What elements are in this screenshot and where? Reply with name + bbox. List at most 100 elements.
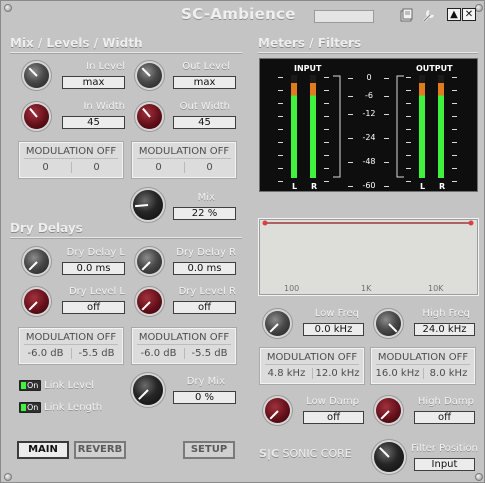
dry-level-r-knob[interactable]	[137, 289, 162, 314]
out-level-value[interactable]: max	[173, 76, 236, 89]
in-width-value[interactable]: 45	[62, 116, 125, 129]
toggle-label: On	[27, 381, 39, 390]
high-damp-value[interactable]: off	[414, 411, 475, 424]
modulation-status: MODULATION OFF	[138, 332, 230, 343]
freq-scale-label: 100	[284, 284, 300, 293]
out-width-value[interactable]: 45	[173, 116, 236, 129]
meter-scale-label: -24	[362, 133, 376, 142]
low-damp-knob[interactable]	[265, 398, 290, 423]
meter-bracket-left	[333, 75, 341, 178]
out-level-knob[interactable]	[137, 63, 162, 88]
modulation-status: MODULATION OFF	[266, 352, 358, 363]
modulation-value-b: 0	[206, 162, 213, 173]
led-on-indicator	[21, 404, 26, 411]
dry-level-r-value[interactable]: off	[173, 301, 236, 314]
channel-r-label: R	[311, 182, 318, 191]
dry-delay-r-modulation-panel[interactable]: MODULATION OFF -6.0 dB -5.5 dB	[131, 327, 237, 365]
divider	[10, 237, 242, 239]
minimize-button[interactable]: ▲	[447, 8, 461, 21]
low-damp-value[interactable]: off	[303, 411, 364, 424]
in-modulation-panel[interactable]: MODULATION OFF 0 0	[18, 141, 124, 179]
link-level-toggle[interactable]: On	[19, 380, 41, 391]
high-freq-value[interactable]: 24.0 kHz	[414, 323, 475, 336]
output-meter-label: OUTPUT	[416, 64, 453, 73]
freq-scale-label: 1K	[361, 284, 372, 293]
meter-fill	[419, 83, 425, 178]
led-on-indicator	[21, 382, 26, 389]
in-level-label: In Level	[86, 61, 125, 72]
dry-delay-l-value[interactable]: 0.0 ms	[62, 262, 125, 275]
save-icon[interactable]	[399, 8, 414, 23]
filter-curve	[262, 220, 474, 226]
modulation-status: MODULATION OFF	[25, 146, 117, 157]
mix-knob[interactable]	[133, 190, 163, 220]
meter-fill	[291, 83, 297, 178]
high-damp-knob[interactable]	[376, 398, 401, 423]
filter-position-value[interactable]: Input	[414, 458, 475, 471]
dry-level-l-knob[interactable]	[24, 289, 49, 314]
section-dry-delays: Dry Delays	[10, 221, 83, 235]
dry-delay-l-knob[interactable]	[24, 249, 49, 274]
output-l-meter	[419, 75, 425, 178]
modulation-value-a: -6.0 dB	[133, 348, 185, 359]
in-width-knob[interactable]	[24, 104, 49, 129]
modulation-status: MODULATION OFF	[25, 332, 117, 343]
in-level-knob[interactable]	[24, 63, 49, 88]
mix-value[interactable]: 22 %	[173, 207, 236, 220]
dry-mix-label: Dry Mix	[186, 376, 225, 387]
modulation-status: MODULATION OFF	[138, 146, 230, 157]
freq-scale-label: 10K	[428, 284, 444, 293]
modulation-value-b: 12.0 kHz	[315, 368, 360, 379]
section-meters-filters: Meters / Filters	[258, 36, 362, 50]
filter-position-knob[interactable]	[374, 442, 404, 472]
plugin-window: SC-Ambience ▲ ✕ Mix / Levels / Width Dry…	[0, 0, 485, 483]
tab-main[interactable]: MAIN	[17, 441, 69, 459]
divider	[24, 344, 118, 345]
dry-level-l-value[interactable]: off	[62, 301, 125, 314]
brand-name: SONIC CORE	[282, 447, 352, 460]
tab-reverb[interactable]: REVERB	[74, 441, 126, 459]
dry-mix-value[interactable]: 0 %	[173, 391, 236, 404]
divider	[258, 52, 478, 54]
high-freq-modulation-panel[interactable]: MODULATION OFF 16.0 kHz 8.0 kHz	[370, 347, 476, 385]
modulation-status: MODULATION OFF	[377, 352, 469, 363]
preset-name-field[interactable]	[314, 10, 374, 23]
corner-screw	[475, 4, 483, 12]
channel-r-label: R	[439, 182, 446, 191]
in-level-value[interactable]: max	[62, 76, 125, 89]
dry-level-r-label: Dry Level R	[178, 286, 236, 297]
out-modulation-panel[interactable]: MODULATION OFF 0 0	[131, 141, 237, 179]
modulation-value-b: -5.5 dB	[191, 348, 228, 359]
high-damp-label: High Damp	[417, 396, 474, 407]
tab-setup[interactable]: SETUP	[183, 441, 235, 459]
modulation-value-b: 8.0 kHz	[429, 368, 468, 379]
low-freq-handle	[262, 220, 268, 226]
low-freq-knob[interactable]	[265, 311, 290, 336]
corner-screw	[4, 4, 12, 12]
input-l-meter	[291, 75, 297, 178]
wrench-icon[interactable]	[421, 8, 436, 23]
low-freq-modulation-panel[interactable]: MODULATION OFF 4.8 kHz 12.0 kHz	[259, 347, 365, 385]
divider	[24, 158, 118, 159]
high-freq-label: High Freq	[422, 308, 470, 319]
level-meters: INPUT OUTPUT L R L R 0 -6 -12 -24 -48 -6…	[259, 58, 478, 192]
corner-screw	[475, 473, 483, 481]
link-length-toggle[interactable]: On	[19, 402, 41, 413]
sonic-core-logo: S|C SONIC CORE	[259, 447, 352, 460]
dry-mix-knob[interactable]	[133, 375, 163, 405]
out-width-knob[interactable]	[137, 104, 162, 129]
dry-delay-r-knob[interactable]	[137, 249, 162, 274]
dry-delay-r-value[interactable]: 0.0 ms	[173, 262, 236, 275]
low-freq-value[interactable]: 0.0 kHz	[303, 323, 364, 336]
out-level-label: Out Level	[182, 61, 230, 72]
close-button[interactable]: ✕	[462, 8, 476, 21]
link-level-label: Link Level	[44, 380, 95, 391]
divider	[137, 158, 231, 159]
modulation-value-a: -6.0 dB	[20, 348, 72, 359]
low-damp-label: Low Damp	[306, 396, 359, 407]
high-freq-knob[interactable]	[376, 311, 401, 336]
dry-delay-l-modulation-panel[interactable]: MODULATION OFF -6.0 dB -5.5 dB	[18, 327, 124, 365]
meter-scale-label: 0	[366, 73, 372, 82]
channel-l-label: L	[292, 182, 298, 191]
window-title: SC-Ambience	[181, 5, 296, 23]
